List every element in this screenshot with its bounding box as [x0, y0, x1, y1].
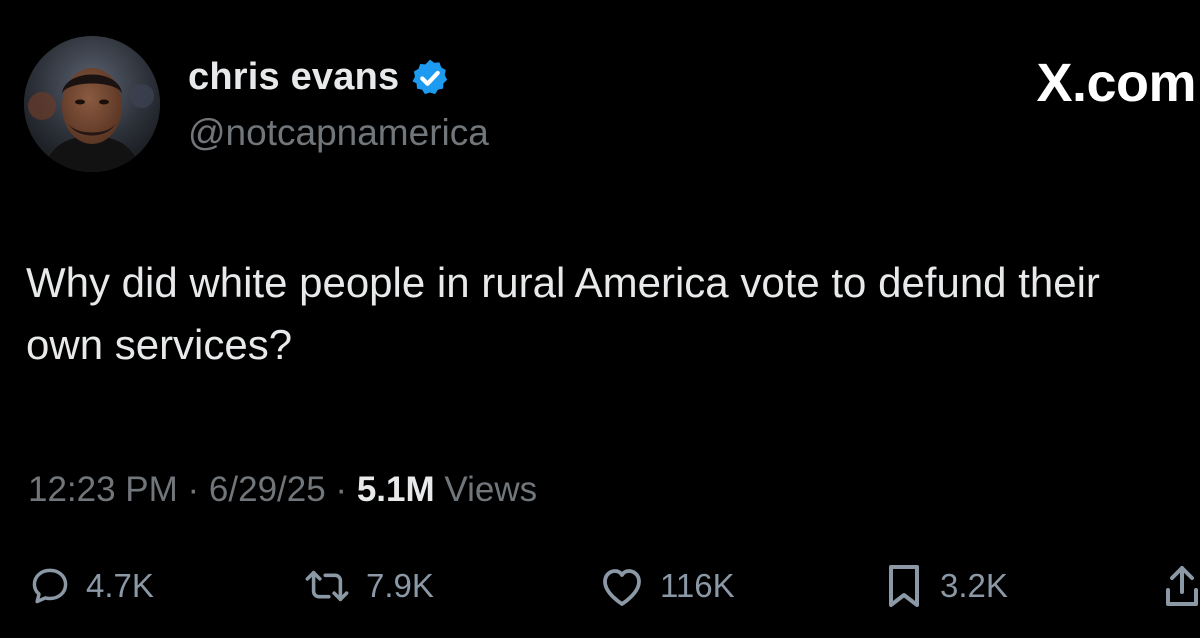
share-button[interactable] — [1164, 558, 1200, 614]
author-handle[interactable]: @notcapnamerica — [188, 112, 489, 154]
repost-button[interactable]: 7.9K — [302, 558, 434, 614]
reply-button[interactable]: 4.7K — [28, 558, 154, 614]
like-count: 116K — [660, 567, 735, 604]
tweet-time[interactable]: 12:23 PM — [28, 470, 178, 509]
tweet-text: Why did white people in rural America vo… — [26, 259, 1100, 368]
reply-count: 4.7K — [86, 567, 154, 604]
action-bar: 4.7K 7.9K 116K 3.2K — [0, 558, 1200, 618]
reply-icon — [32, 568, 68, 604]
tweet-meta: 12:23 PM · 6/29/25 · 5.1M Views — [28, 470, 537, 510]
repost-count: 7.9K — [366, 567, 434, 604]
bookmark-button[interactable]: 3.2K — [882, 558, 1008, 614]
like-button[interactable]: 116K — [598, 558, 735, 614]
repost-icon — [305, 570, 349, 602]
views-count: 5.1M — [356, 470, 435, 509]
avatar[interactable] — [24, 36, 160, 172]
bookmark-icon — [889, 565, 919, 607]
author-name-row: chris evans — [188, 56, 451, 99]
views-label: Views — [444, 470, 538, 509]
share-icon — [1166, 566, 1198, 606]
site-label: X.com — [1036, 53, 1196, 113]
meta-separator: · — [325, 470, 357, 509]
tweet-card: chris evans @notcapnamerica X.com Why di… — [0, 0, 1200, 638]
bookmark-count: 3.2K — [940, 567, 1008, 604]
verified-badge-icon — [412, 59, 448, 94]
tweet-date[interactable]: 6/29/25 — [209, 470, 326, 509]
avatar-image — [24, 36, 160, 172]
meta-separator: · — [177, 470, 209, 509]
display-name[interactable]: chris evans — [188, 56, 399, 99]
like-icon — [603, 569, 641, 606]
